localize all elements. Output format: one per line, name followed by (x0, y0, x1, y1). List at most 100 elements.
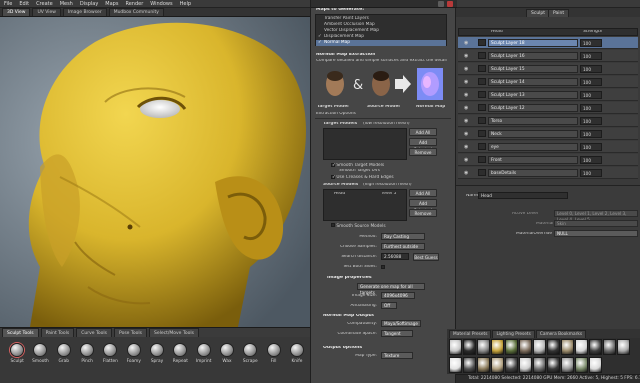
menu-create[interactable]: Create (36, 1, 53, 7)
layer-strength[interactable]: 100 (580, 78, 602, 86)
compatibility-select[interactable]: Maya/Softimage (381, 320, 421, 327)
layer-name[interactable]: Neck (488, 130, 578, 138)
layer-strength[interactable]: 100 (580, 52, 602, 60)
material-preset-swatch[interactable] (561, 339, 574, 355)
tab-uv-view[interactable]: UV View (32, 8, 61, 16)
layer-row[interactable]: ◉ eye 100 (458, 141, 638, 153)
test-both-sides-checkbox[interactable] (381, 265, 385, 269)
close-button[interactable] (447, 1, 453, 7)
material-preset-swatch[interactable] (575, 339, 588, 355)
source-row-level[interactable]: level 5 (382, 192, 396, 196)
material-preset-swatch[interactable] (449, 339, 462, 355)
material-preset-swatch[interactable] (505, 339, 518, 355)
smooth-target-models-checkbox[interactable] (331, 163, 335, 167)
material-preset-swatch[interactable] (603, 339, 616, 355)
layer-lock-toggle[interactable] (478, 78, 486, 85)
layer-strength[interactable]: 100 (580, 143, 602, 151)
target-add-selected-button[interactable]: Add Selected (409, 138, 437, 152)
choose-samples-select[interactable]: Furthest outside (381, 243, 425, 250)
layer-name[interactable]: Sculpt Layer 15 (488, 65, 578, 73)
visibility-eye-icon[interactable]: ◉ (464, 118, 468, 124)
active-level-select[interactable]: Level 0, Level 1, Level 2, Level 3, Leve… (554, 210, 638, 222)
material-preset-swatch[interactable] (491, 356, 504, 373)
search-distance-input[interactable]: 2.56088 (381, 253, 409, 260)
material-select[interactable]: Skin (554, 220, 638, 227)
material-preset-swatch[interactable] (519, 339, 532, 355)
layer-row[interactable]: ◉ Neck 100 (458, 128, 638, 140)
menu-maps[interactable]: Maps (105, 1, 118, 7)
menu-render[interactable]: Render (125, 1, 143, 7)
3d-viewport[interactable] (0, 17, 310, 327)
tool-knife[interactable]: Knife (286, 343, 308, 383)
layer-row[interactable]: ◉ Sculpt Layer 16 100 (458, 50, 638, 62)
tool-pinch[interactable]: Pinch (76, 343, 98, 383)
visibility-eye-icon[interactable]: ◉ (464, 131, 468, 137)
layer-row[interactable]: ◉ Sculpt Layer 12 100 (458, 102, 638, 114)
tool-repeat[interactable]: Repeat (169, 343, 191, 383)
tool-imprint[interactable]: Imprint (193, 343, 215, 383)
method-select[interactable]: Ray Casting (381, 233, 425, 240)
layer-row[interactable]: ◉ Torso 100 (458, 115, 638, 127)
image-size-select[interactable]: 4096x4096 (381, 292, 415, 299)
layer-strength[interactable]: 100 (580, 65, 602, 73)
tool-foamy[interactable]: Foamy (123, 343, 145, 383)
layer-name[interactable]: Sculpt Layer 18 (488, 39, 578, 47)
material-preset-swatch[interactable] (575, 356, 588, 373)
source-remove-button[interactable]: Remove (409, 209, 437, 217)
material-preset-swatch[interactable] (505, 356, 518, 373)
material-preset-swatch[interactable] (477, 356, 490, 373)
layer-row[interactable]: ◉ Front 100 (458, 154, 638, 166)
material-preset-swatch[interactable] (533, 339, 546, 355)
antialiasing-select[interactable]: Off (381, 302, 397, 309)
material-preset-swatch[interactable] (547, 356, 560, 373)
target-models-list[interactable] (323, 128, 407, 160)
visibility-eye-icon[interactable]: ◉ (464, 170, 468, 176)
material-preset-swatch[interactable] (519, 356, 532, 373)
tab-3d-view[interactable]: 3D View (2, 8, 31, 16)
tool-spray[interactable]: Spray (146, 343, 168, 383)
material-preset-swatch[interactable] (617, 339, 630, 355)
layer-name[interactable]: Sculpt Layer 13 (488, 91, 578, 99)
layer-row[interactable]: ◉ Sculpt Layer 14 100 (458, 76, 638, 88)
menu-display[interactable]: Display (80, 1, 98, 7)
material-preset-swatch[interactable] (449, 356, 462, 373)
source-row-name[interactable]: Head (334, 192, 345, 196)
visibility-eye-icon[interactable]: ◉ (464, 66, 468, 72)
source-add-selected-button[interactable]: Add Selected (409, 199, 437, 213)
layer-name[interactable]: eye (488, 143, 578, 151)
layer-lock-toggle[interactable] (478, 65, 486, 72)
layer-row[interactable]: ◉ Sculpt Layer 18 100 (458, 37, 638, 49)
smooth-target-models-option[interactable]: Smooth Target Models (331, 163, 384, 168)
visibility-eye-icon[interactable]: ◉ (464, 144, 468, 150)
tool-wax[interactable]: Wax (216, 343, 238, 383)
layer-lock-toggle[interactable] (478, 104, 486, 111)
tab-mudbox-community[interactable]: Mudbox Community (108, 8, 164, 16)
tool-smooth[interactable]: Smooth (29, 343, 51, 383)
tool-flatten[interactable]: Flatten (99, 343, 121, 383)
material-preset-swatch[interactable] (589, 339, 602, 355)
tab-sculpt-tools[interactable]: Sculpt Tools (2, 328, 39, 337)
menu-mesh[interactable]: Mesh (60, 1, 73, 7)
layer-strength[interactable]: 100 (580, 130, 602, 138)
layer-strength[interactable]: 100 (580, 104, 602, 112)
layer-lock-toggle[interactable] (478, 169, 486, 176)
tab-lighting-presets[interactable]: Lighting Presets (492, 330, 535, 338)
tab-curve-tools[interactable]: Curve Tools (76, 328, 113, 337)
smooth-source-models-option[interactable]: Smooth Source Models (331, 223, 386, 229)
tab-select-move-tools[interactable]: Select/Move Tools (148, 328, 199, 337)
tool-sculpt[interactable]: Sculpt (6, 343, 28, 383)
tool-scrape[interactable]: Scrape (239, 343, 261, 383)
layer-lock-toggle[interactable] (478, 130, 486, 137)
tab-sculpt[interactable]: Sculpt (526, 9, 551, 17)
layer-lock-toggle[interactable] (478, 91, 486, 98)
tool-grab[interactable]: Grab (53, 343, 75, 383)
material-preset-swatch[interactable] (463, 339, 476, 355)
layer-lock-toggle[interactable] (478, 156, 486, 163)
material-preset-swatch[interactable] (561, 356, 574, 373)
target-add-all-button[interactable]: Add All (409, 128, 437, 136)
minimize-button[interactable] (438, 1, 444, 7)
map-option[interactable]: ✓ Normal Map (316, 40, 446, 46)
visibility-eye-icon[interactable]: ◉ (464, 40, 468, 46)
layer-name[interactable]: Sculpt Layer 16 (488, 52, 578, 60)
target-remove-button[interactable]: Remove (409, 148, 437, 156)
